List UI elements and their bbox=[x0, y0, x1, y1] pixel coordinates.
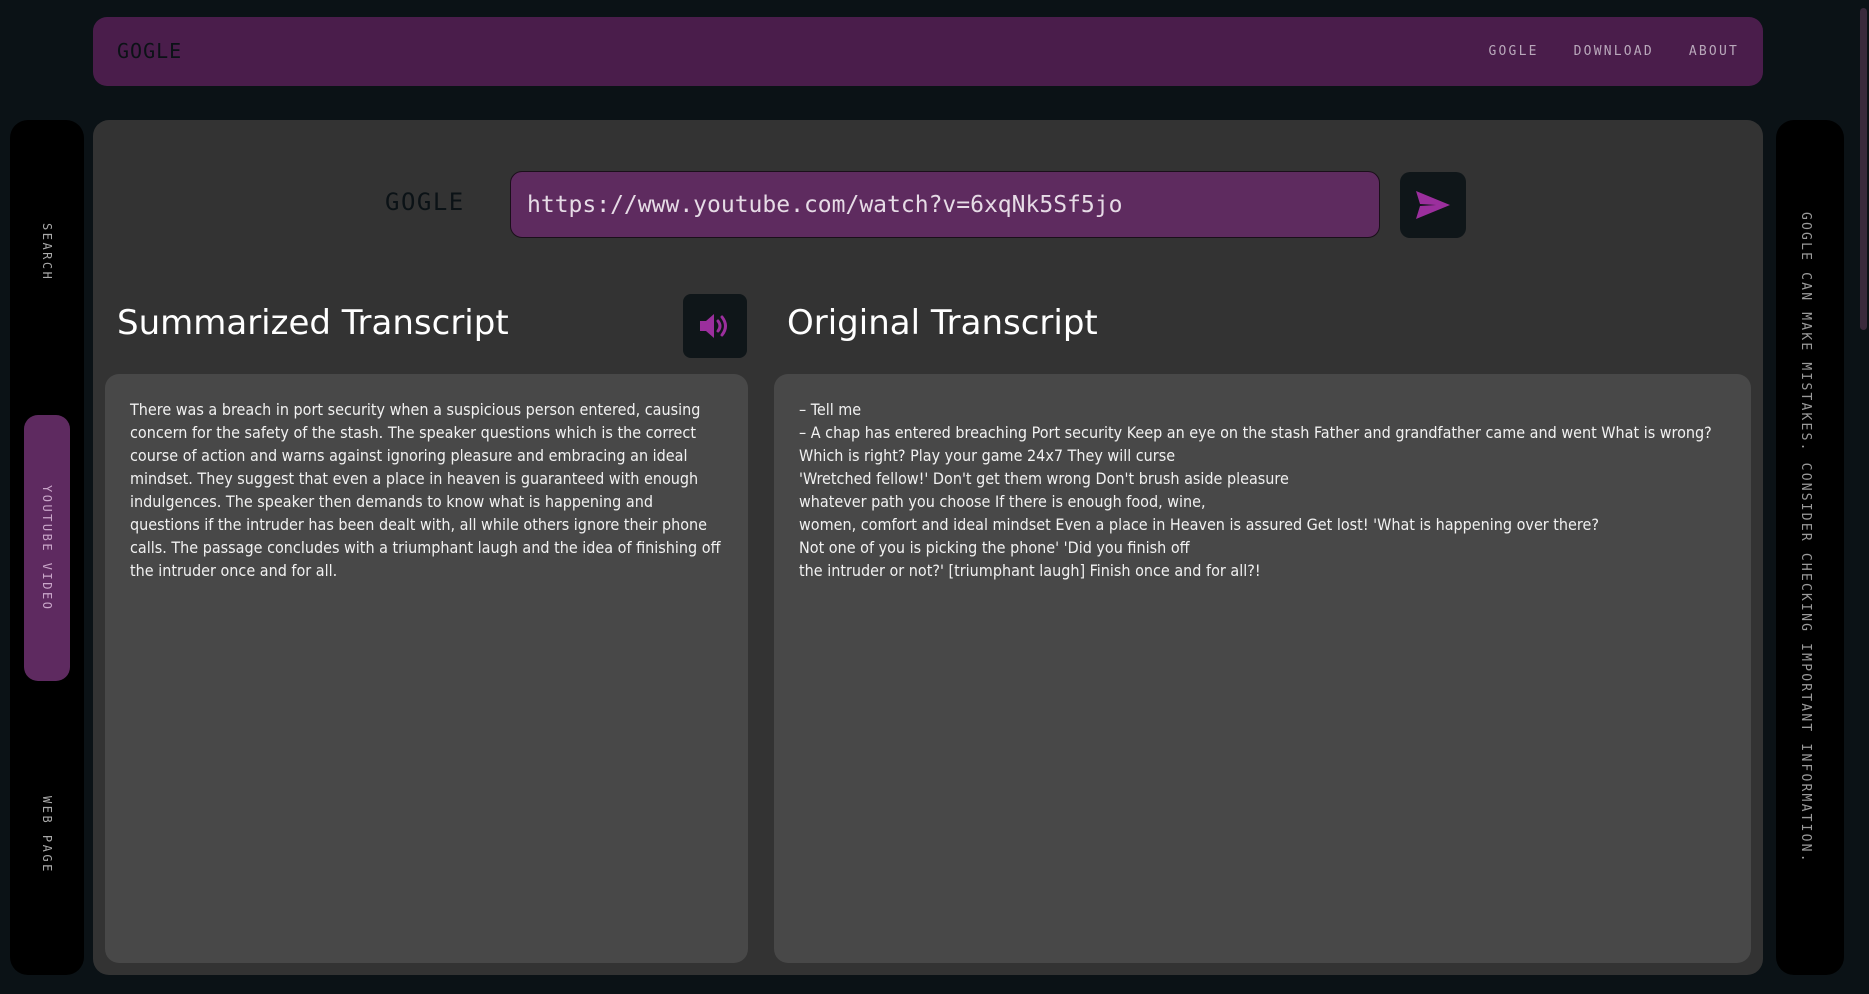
send-icon bbox=[1416, 191, 1450, 219]
submit-button[interactable] bbox=[1400, 172, 1466, 238]
summary-title: Summarized Transcript bbox=[117, 303, 509, 343]
read-aloud-button[interactable] bbox=[683, 294, 747, 358]
page-scrollbar[interactable] bbox=[1858, 0, 1869, 994]
summary-panel: There was a breach in port security when… bbox=[105, 374, 748, 963]
sidebar-item-search[interactable]: SEARCH bbox=[10, 200, 84, 304]
sidebar-item-label: YOUTUBE VIDEO bbox=[40, 484, 54, 612]
sidebar-item-youtube-video[interactable]: YOUTUBE VIDEO bbox=[24, 415, 70, 681]
disclaimer-text: GOGLE CAN MAKE MISTAKES. CONSIDER CHECKI… bbox=[1798, 212, 1813, 864]
url-input[interactable] bbox=[510, 171, 1380, 238]
original-transcript-text: – Tell me – A chap has entered breaching… bbox=[799, 400, 1712, 580]
brand-logo[interactable]: GOGLE bbox=[117, 39, 182, 63]
main-content: GOGLE Summarized Transcript Original Tra… bbox=[93, 120, 1763, 975]
scrollbar-thumb[interactable] bbox=[1860, 8, 1867, 330]
sidebar-item-web-page[interactable]: WEB PAGE bbox=[10, 770, 84, 900]
summary-text: There was a breach in port security when… bbox=[130, 400, 721, 580]
disclaimer-sidebar: GOGLE CAN MAKE MISTAKES. CONSIDER CHECKI… bbox=[1776, 120, 1844, 975]
original-panel: – Tell me – A chap has entered breaching… bbox=[774, 374, 1751, 963]
nav-link-gogle[interactable]: GOGLE bbox=[1489, 44, 1539, 59]
left-sidebar: SEARCH YOUTUBE VIDEO WEB PAGE bbox=[10, 120, 84, 975]
nav-link-about[interactable]: ABOUT bbox=[1689, 44, 1739, 59]
nav-link-download[interactable]: DOWNLOAD bbox=[1574, 44, 1654, 59]
speaker-icon bbox=[700, 314, 727, 338]
top-nav: GOGLE DOWNLOAD ABOUT bbox=[1489, 44, 1740, 59]
top-navbar: GOGLE GOGLE DOWNLOAD ABOUT bbox=[93, 17, 1763, 86]
original-title: Original Transcript bbox=[787, 303, 1098, 343]
sidebar-item-label: SEARCH bbox=[40, 222, 54, 282]
search-logo: GOGLE bbox=[385, 188, 465, 216]
sidebar-item-label: WEB PAGE bbox=[40, 796, 54, 874]
